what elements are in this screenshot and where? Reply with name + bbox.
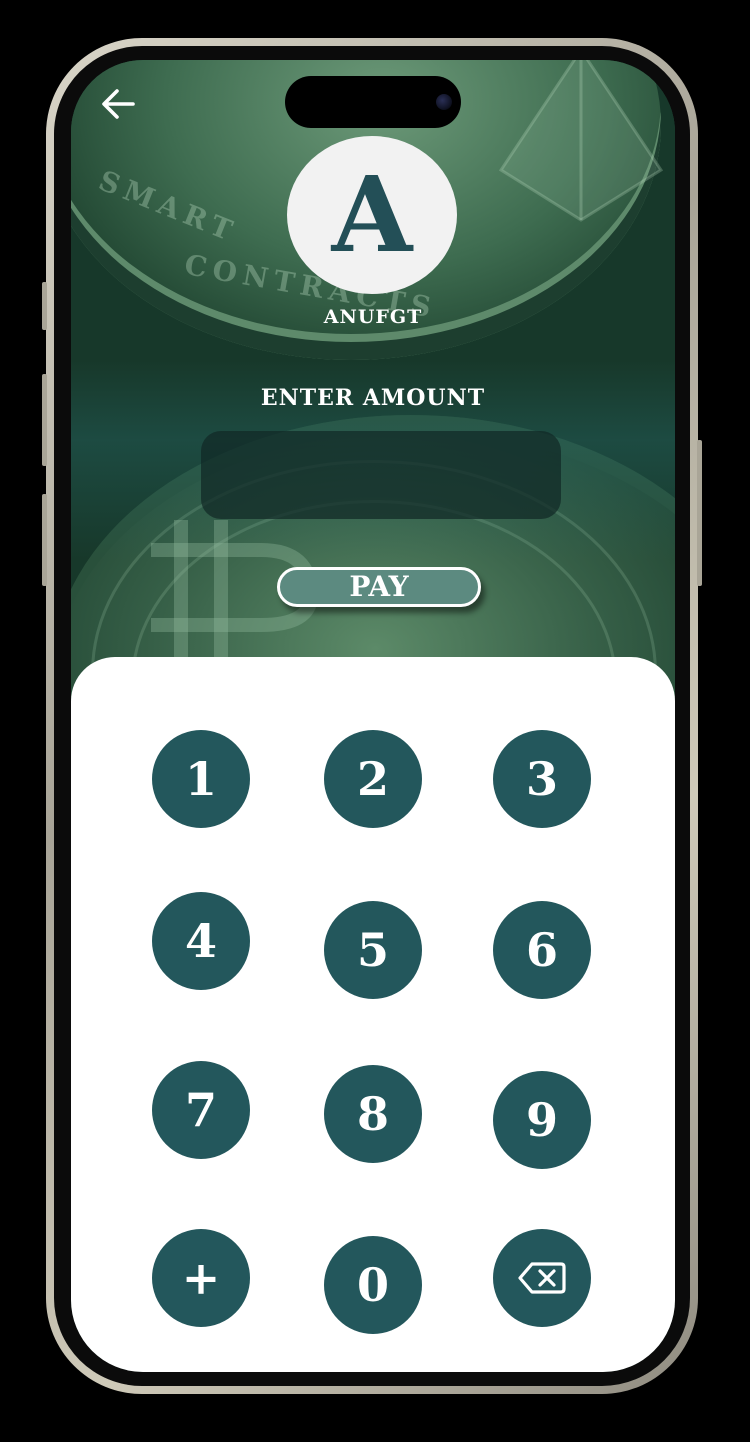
avatar-letter: A bbox=[331, 153, 413, 276]
key-3[interactable]: 3 bbox=[493, 730, 591, 828]
key-6[interactable]: 6 bbox=[493, 901, 591, 999]
backspace-icon bbox=[518, 1262, 566, 1294]
key-9[interactable]: 9 bbox=[493, 1071, 591, 1169]
side-button-volume-down bbox=[42, 494, 47, 586]
pay-button[interactable]: PAY bbox=[277, 567, 481, 607]
back-button[interactable] bbox=[97, 84, 139, 124]
side-button-action bbox=[42, 282, 47, 330]
front-camera bbox=[436, 94, 452, 110]
key-1[interactable]: 1 bbox=[152, 730, 250, 828]
key-5[interactable]: 5 bbox=[324, 901, 422, 999]
key-7[interactable]: 7 bbox=[152, 1061, 250, 1159]
amount-label: ENTER AMOUNT bbox=[260, 385, 486, 411]
dynamic-island bbox=[285, 76, 461, 128]
key-8[interactable]: 8 bbox=[324, 1065, 422, 1163]
side-button-power bbox=[697, 440, 702, 586]
app-screen: SMART CONTRACTS A ANUFGT ENTER AMOUNT PA… bbox=[71, 60, 675, 1372]
backspace-button[interactable] bbox=[493, 1229, 591, 1327]
avatar: A bbox=[287, 136, 457, 294]
key-0[interactable]: 0 bbox=[324, 1236, 422, 1334]
keypad-panel: 1 2 3 4 5 6 7 8 9 + 0 bbox=[71, 657, 675, 1372]
ethereum-symbol-image bbox=[498, 60, 664, 222]
username: ANUFGT bbox=[323, 306, 423, 328]
side-button-volume-up bbox=[42, 374, 47, 466]
arrow-left-icon bbox=[102, 89, 135, 119]
key-plus[interactable]: + bbox=[152, 1229, 250, 1327]
amount-input[interactable] bbox=[201, 431, 561, 519]
key-2[interactable]: 2 bbox=[324, 730, 422, 828]
key-4[interactable]: 4 bbox=[152, 892, 250, 990]
